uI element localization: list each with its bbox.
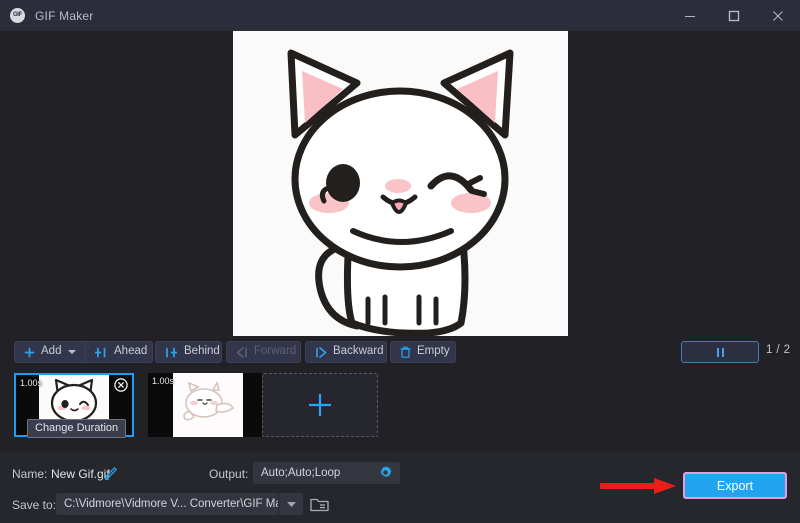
add-frame-slot[interactable] bbox=[262, 373, 378, 437]
frame-duration-1: 1.00s bbox=[20, 378, 43, 388]
red-arrow-icon bbox=[600, 478, 676, 494]
app-logo-icon: GIF bbox=[10, 8, 25, 23]
cat-lying-thumb-icon bbox=[173, 375, 243, 435]
minimize-button[interactable] bbox=[668, 0, 712, 31]
name-label: Name: bbox=[12, 467, 48, 481]
save-path-dropdown-button[interactable] bbox=[278, 493, 303, 515]
chevron-down-icon[interactable] bbox=[68, 350, 77, 354]
behind-button-label: Behind bbox=[184, 345, 220, 358]
output-label: Output: bbox=[209, 467, 249, 481]
output-gear-button[interactable] bbox=[378, 465, 393, 485]
change-duration-tooltip: Change Duration bbox=[27, 419, 127, 438]
plus-icon bbox=[24, 347, 35, 358]
frame-toolbar: Add Ahead Behind Forward Backward Empty … bbox=[0, 341, 800, 371]
forward-button-label: Forward bbox=[254, 345, 297, 358]
move-forward-icon bbox=[236, 346, 248, 358]
behind-button[interactable]: Behind bbox=[155, 341, 222, 363]
thumbnail-art-2 bbox=[173, 373, 243, 437]
output-value: Auto;Auto;Loop bbox=[261, 467, 341, 479]
insert-behind-icon bbox=[165, 347, 178, 358]
empty-button[interactable]: Empty bbox=[390, 341, 456, 363]
window-title: GIF Maker bbox=[35, 8, 94, 23]
save-path-value: C:\Vidmore\Vidmore V... Converter\GIF Ma… bbox=[64, 498, 278, 510]
add-button[interactable]: Add bbox=[14, 341, 90, 363]
save-path-field[interactable]: C:\Vidmore\Vidmore V... Converter\GIF Ma… bbox=[56, 493, 278, 515]
gear-icon bbox=[380, 466, 392, 478]
plus-icon bbox=[309, 394, 331, 416]
cat-illustration bbox=[233, 31, 568, 336]
play-pause-button[interactable] bbox=[681, 341, 759, 363]
browse-folder-button[interactable] bbox=[308, 493, 330, 515]
save-to-label: Save to: bbox=[12, 498, 57, 512]
preview-stage bbox=[0, 31, 800, 338]
move-backward-icon bbox=[315, 346, 327, 358]
frame-counter: 1 / 2 bbox=[766, 344, 791, 356]
chevron-down-icon bbox=[286, 501, 296, 507]
remove-frame-button-1[interactable] bbox=[114, 378, 128, 392]
close-button[interactable] bbox=[756, 0, 800, 31]
backward-button[interactable]: Backward bbox=[305, 341, 387, 363]
add-button-label: Add bbox=[41, 345, 62, 358]
titlebar: GIF GIF Maker bbox=[0, 0, 800, 31]
output-settings-field[interactable]: Auto;Auto;Loop bbox=[253, 462, 400, 484]
forward-button[interactable]: Forward bbox=[226, 341, 301, 363]
frame-duration-2: 1.00s bbox=[152, 376, 175, 386]
window-controls bbox=[668, 0, 800, 31]
frame-thumbnail-2[interactable]: 1.00s bbox=[148, 373, 268, 437]
annotation-arrow bbox=[600, 477, 678, 500]
backward-button-label: Backward bbox=[333, 345, 384, 358]
pencil-icon bbox=[104, 467, 117, 480]
ahead-button-label: Ahead bbox=[114, 345, 148, 358]
gif-maker-window: GIF GIF Maker Add Ahead Behind Forward B… bbox=[0, 0, 800, 523]
pause-icon bbox=[716, 347, 724, 357]
trash-icon bbox=[400, 346, 411, 358]
export-button[interactable]: Export bbox=[683, 472, 787, 499]
folder-icon bbox=[309, 498, 329, 512]
edit-name-button[interactable] bbox=[103, 466, 118, 486]
ahead-button[interactable]: Ahead bbox=[85, 341, 153, 363]
empty-button-label: Empty bbox=[417, 345, 450, 358]
maximize-button[interactable] bbox=[712, 0, 756, 31]
name-value[interactable]: New Gif.gif bbox=[51, 467, 110, 481]
insert-ahead-icon bbox=[95, 347, 108, 358]
frame-preview[interactable] bbox=[233, 31, 568, 336]
frame-strip: 1.00s 1.00s Change Duration bbox=[0, 371, 800, 447]
